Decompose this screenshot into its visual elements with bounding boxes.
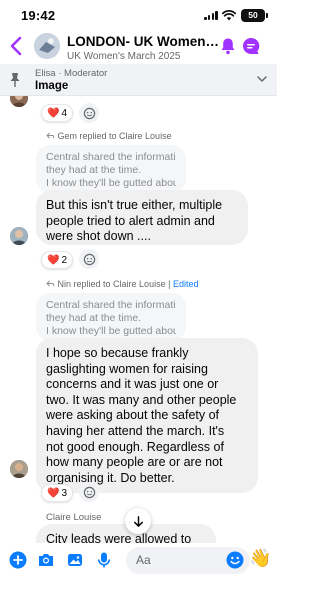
microphone-icon[interactable] <box>95 551 113 569</box>
reaction-pill[interactable]: ❤️ 4 <box>41 104 74 122</box>
chat-header: LONDON- UK Women's M... UK Women's March… <box>0 30 277 64</box>
cellular-signal-icon <box>204 11 218 20</box>
back-chevron-icon[interactable] <box>8 35 26 57</box>
reply-arrow-icon <box>46 132 55 139</box>
wifi-icon <box>222 10 236 21</box>
quote-line: Central shared the information <box>46 299 176 311</box>
message-line: I hope so because frankly <box>46 346 189 360</box>
avatar[interactable] <box>10 460 28 478</box>
message-line: But this isn't true either, multiple <box>46 198 223 212</box>
battery-tip <box>266 13 268 18</box>
chat-bubble-icon[interactable] <box>242 37 260 55</box>
photo-icon[interactable] <box>66 551 84 569</box>
reply-label: Gem replied to Claire Louise <box>46 131 172 141</box>
quote-line: I know they'll be gutted abou... <box>46 325 176 337</box>
message-line: were shot down .... <box>46 229 151 244</box>
group-avatar-image <box>34 33 60 59</box>
quote-line: I know they'll be gutted abou... <box>46 177 176 189</box>
pin-icon <box>10 73 20 87</box>
add-reaction-button[interactable] <box>79 482 99 502</box>
avatar[interactable] <box>10 227 28 245</box>
group-avatar[interactable] <box>34 33 60 59</box>
add-reaction-button[interactable] <box>79 103 99 123</box>
message-line: having her attend the march. It's <box>46 423 225 438</box>
reply-label: Nin replied to Claire Louise | Edited <box>46 279 198 289</box>
pinned-text: Image <box>35 80 69 92</box>
edited-link[interactable]: Edited <box>173 279 199 289</box>
quoted-message[interactable]: Central shared the information they had … <box>36 293 186 341</box>
chevron-down-icon[interactable] <box>256 74 268 84</box>
avatar-image <box>10 460 28 478</box>
message-line: people tried to alert admin and <box>46 213 215 228</box>
heart-reaction: ❤️ <box>47 107 60 119</box>
add-reaction-button[interactable] <box>79 249 99 269</box>
scroll-to-bottom-button[interactable] <box>125 508 151 534</box>
quote-line: they had at the time. <box>46 164 142 176</box>
reaction-count: 2 <box>61 254 68 266</box>
status-time: 19:42 <box>21 8 56 23</box>
emoji-icon[interactable] <box>226 551 244 569</box>
message-line: not good enough. Regardless of <box>46 439 224 454</box>
message-line: gaslighting women for raising <box>46 361 208 376</box>
reaction-pill[interactable]: ❤️ 3 <box>41 484 74 502</box>
message-line: were asking about the safety of <box>46 408 220 423</box>
reply-arrow-icon <box>46 280 55 287</box>
message-bubble[interactable]: But this isn't true either, multiple peo… <box>36 190 248 245</box>
message-input[interactable]: Aa <box>126 547 250 574</box>
plus-icon[interactable] <box>9 551 27 569</box>
reply-label-text: Gem replied to Claire Louise <box>57 131 172 141</box>
message-line: concerns and it was just one or <box>46 377 219 392</box>
message-line: organising it. Do better. <box>46 470 175 485</box>
message-composer: Aa 👋 <box>0 543 277 600</box>
quote-line: they had at the time. <box>46 312 142 324</box>
arrow-down-icon <box>133 515 143 527</box>
reaction-count: 4 <box>61 107 68 119</box>
pinned-author: Elisa · Moderator <box>35 68 108 79</box>
battery-indicator: 50 <box>241 9 265 22</box>
reply-label-text: Nin replied to Claire Louise <box>57 279 166 289</box>
sender-name: Claire Louise <box>46 512 102 523</box>
bell-icon[interactable] <box>220 37 236 55</box>
quoted-message[interactable]: Central shared the information they had … <box>36 145 186 193</box>
message-line: how many people are or are not <box>46 455 223 470</box>
reaction-count: 3 <box>61 487 68 499</box>
waving-hand-icon[interactable]: 👋 <box>249 548 271 568</box>
status-bar: 19:42 50 <box>0 0 277 30</box>
reaction-pill[interactable]: ❤️ 2 <box>41 251 74 269</box>
message-line: two. It was many and other people <box>46 392 237 407</box>
avatar-image <box>10 227 28 245</box>
heart-reaction: ❤️ <box>47 254 60 266</box>
add-reaction-icon <box>83 107 95 119</box>
quote-line: Central shared the information <box>46 151 176 163</box>
pinned-message-bar[interactable]: Elisa · Moderator Image <box>0 64 277 96</box>
message-input-placeholder: Aa <box>136 553 151 567</box>
heart-reaction: ❤️ <box>47 487 60 499</box>
chat-subtitle: UK Women's March 2025 <box>67 51 181 62</box>
chat-title[interactable]: LONDON- UK Women's M... <box>67 34 219 49</box>
add-reaction-icon <box>83 253 95 265</box>
message-bubble[interactable]: I hope so because frankly gaslighting wo… <box>36 338 258 493</box>
camera-icon[interactable] <box>37 551 55 569</box>
add-reaction-icon <box>83 486 95 498</box>
